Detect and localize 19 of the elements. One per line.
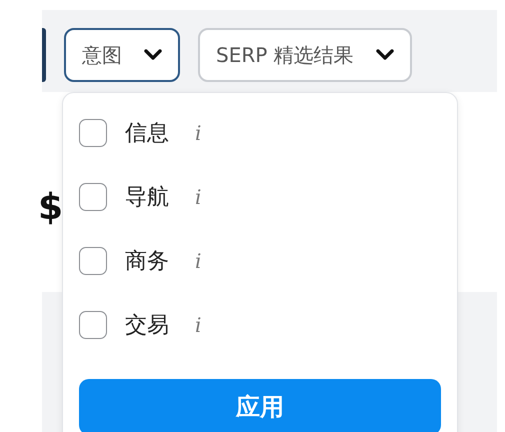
value-text: $ [38,186,64,228]
option-label: 商务 [125,248,169,276]
option-label: 信息 [125,120,169,148]
chevron-down-icon [144,49,162,61]
info-icon[interactable]: i [195,249,202,273]
checkbox[interactable] [79,119,107,147]
checkbox[interactable] [79,311,107,339]
option-label: 交易 [125,312,169,340]
filter-dropdown-button[interactable]: SERP 精选结果 [198,28,412,82]
filter-button-edge [42,28,46,82]
chevron-down-icon [376,49,394,61]
checkbox[interactable] [79,183,107,211]
info-icon[interactable]: i [195,121,202,145]
info-icon[interactable]: i [195,313,202,337]
option-label: 导航 [125,184,169,212]
apply-button[interactable]: 应用 [79,379,441,432]
filter-dropdown-button[interactable]: 意图 [64,28,180,82]
info-icon[interactable]: i [195,185,202,209]
checkbox[interactable] [79,247,107,275]
